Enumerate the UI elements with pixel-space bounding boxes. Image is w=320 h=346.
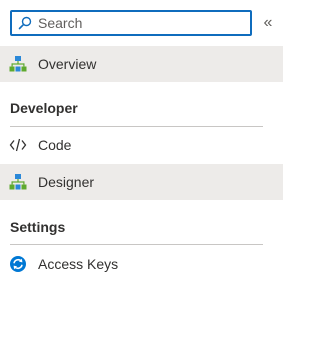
section-header-settings: Settings bbox=[10, 219, 66, 235]
sidebar-item-designer[interactable]: Designer bbox=[0, 164, 283, 200]
sidebar-item-code[interactable]: Code bbox=[0, 127, 283, 163]
sidebar-item-label: Code bbox=[38, 137, 72, 153]
sidebar-item-overview[interactable]: Overview bbox=[0, 46, 283, 82]
designer-icon bbox=[9, 173, 27, 191]
sidebar-item-label: Access Keys bbox=[38, 256, 119, 272]
collapse-sidebar-button[interactable]: « bbox=[260, 14, 276, 32]
search-icon bbox=[18, 16, 32, 30]
search-box[interactable] bbox=[10, 10, 252, 36]
search-row: « bbox=[10, 10, 283, 38]
sidebar-item-label: Overview bbox=[38, 56, 97, 72]
section-header-developer: Developer bbox=[10, 100, 78, 116]
search-input[interactable] bbox=[38, 15, 228, 31]
overview-icon bbox=[9, 55, 27, 73]
code-icon bbox=[9, 136, 27, 154]
sidebar-item-label: Designer bbox=[38, 174, 95, 190]
sidebar-panel: « Overview Developer bbox=[0, 0, 283, 346]
sidebar-item-access-keys[interactable]: Access Keys bbox=[0, 246, 283, 282]
double-chevron-left-icon: « bbox=[263, 14, 273, 31]
section-divider bbox=[10, 244, 263, 245]
access-keys-icon bbox=[9, 255, 27, 273]
